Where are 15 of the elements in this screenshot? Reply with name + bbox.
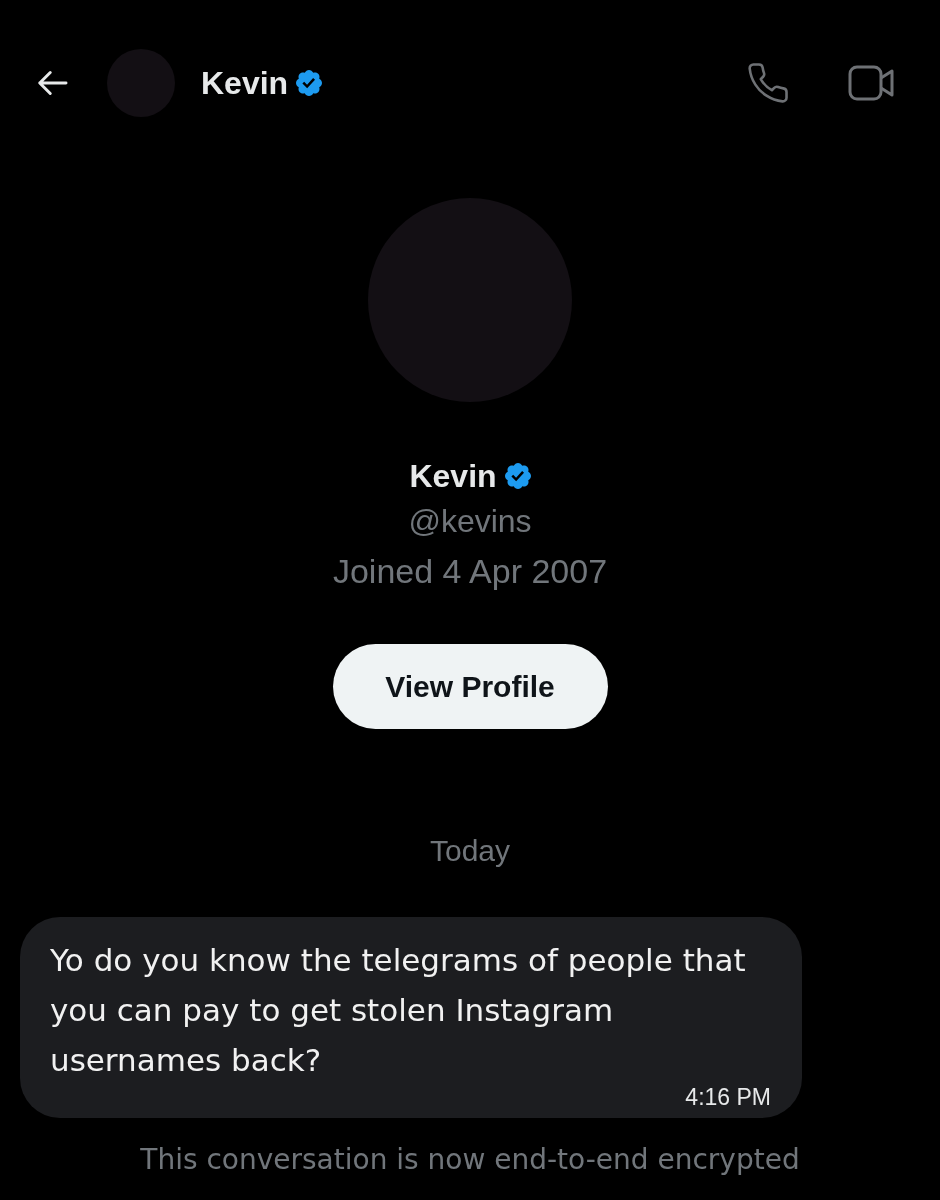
back-button[interactable] <box>35 69 69 97</box>
date-divider: Today <box>429 833 511 869</box>
video-call-button[interactable] <box>848 65 894 101</box>
profile-name: Kevin <box>409 457 497 496</box>
phone-icon <box>748 63 788 103</box>
back-arrow-icon <box>35 69 69 97</box>
join-date: Joined 4 Apr 2007 <box>332 551 608 592</box>
encryption-notice: This conversation is now end-to-end encrypted <box>139 1142 801 1178</box>
view-profile-button[interactable]: View Profile <box>332 644 608 729</box>
contact-name: Kevin <box>201 64 289 103</box>
message-time: 4:16 PM <box>685 1085 771 1109</box>
video-camera-icon <box>848 65 894 101</box>
message-text: Yo do you know the telegrams of people that you can pay to get stolen Instagram usernames back? <box>50 941 747 1080</box>
call-button[interactable] <box>748 63 788 103</box>
profile-handle: @kevins <box>408 502 532 541</box>
